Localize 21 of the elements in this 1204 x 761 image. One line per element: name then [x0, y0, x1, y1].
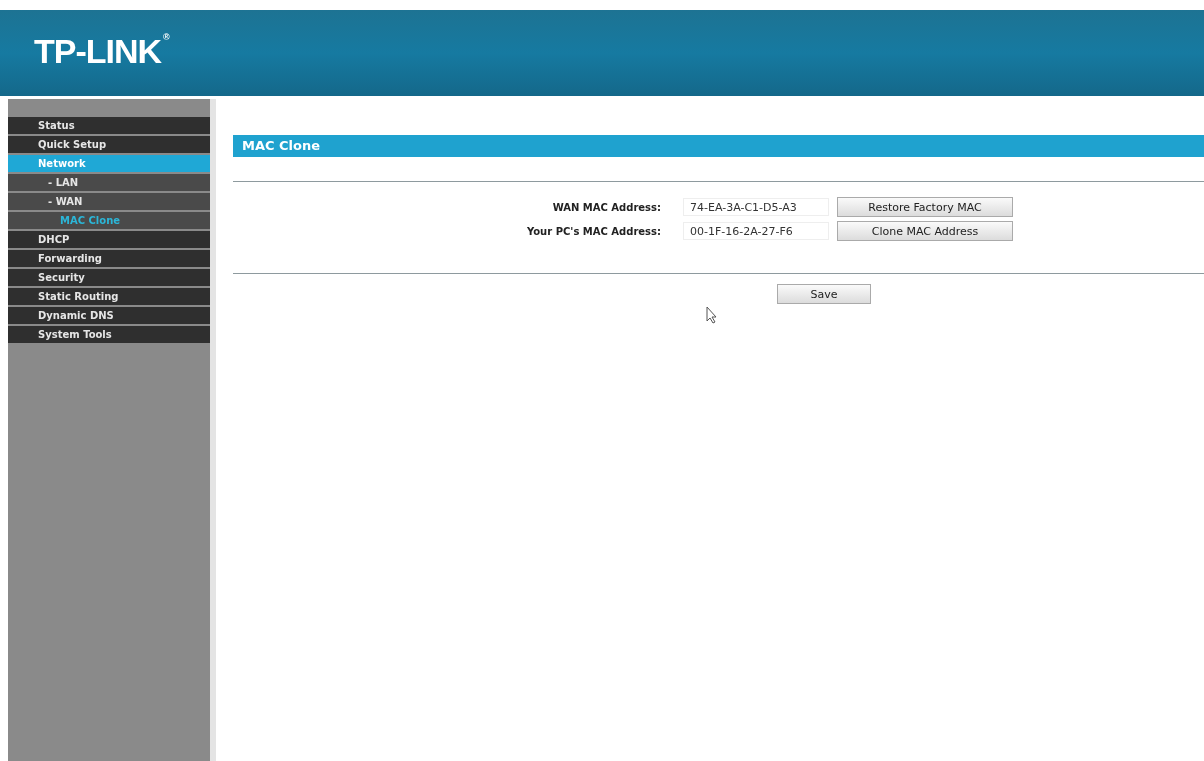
submenu-item[interactable]: - LAN	[8, 174, 210, 191]
save-button[interactable]: Save	[777, 284, 871, 304]
section-title: MAC Clone	[233, 135, 1204, 157]
menu-item[interactable]: Status	[8, 117, 210, 134]
menu-item[interactable]: Dynamic DNS	[8, 307, 210, 324]
field-label: Your PC's MAC Address:	[525, 225, 662, 237]
menu-item[interactable]: System Tools	[8, 326, 210, 343]
menu-item[interactable]: Static Routing	[8, 288, 210, 305]
mac-address-field[interactable]: 74-EA-3A-C1-D5-A3	[683, 198, 829, 216]
action-button[interactable]: Clone MAC Address	[837, 221, 1013, 241]
mac-address-field[interactable]: 00-1F-16-2A-27-F6	[683, 222, 829, 240]
cursor-icon	[706, 306, 718, 324]
menu-item[interactable]: Security	[8, 269, 210, 286]
menu-item[interactable]: Forwarding	[8, 250, 210, 267]
submenu-item[interactable]: - WAN	[8, 193, 210, 210]
action-button[interactable]: Restore Factory MAC	[837, 197, 1013, 217]
field-label: WAN MAC Address:	[551, 201, 662, 213]
menu-item[interactable]: DHCP	[8, 231, 210, 248]
menu-item[interactable]: Quick Setup	[8, 136, 210, 153]
logo: TP-LINK$^{®}$	[34, 31, 169, 71]
submenu-item[interactable]: MAC Clone	[8, 212, 210, 229]
